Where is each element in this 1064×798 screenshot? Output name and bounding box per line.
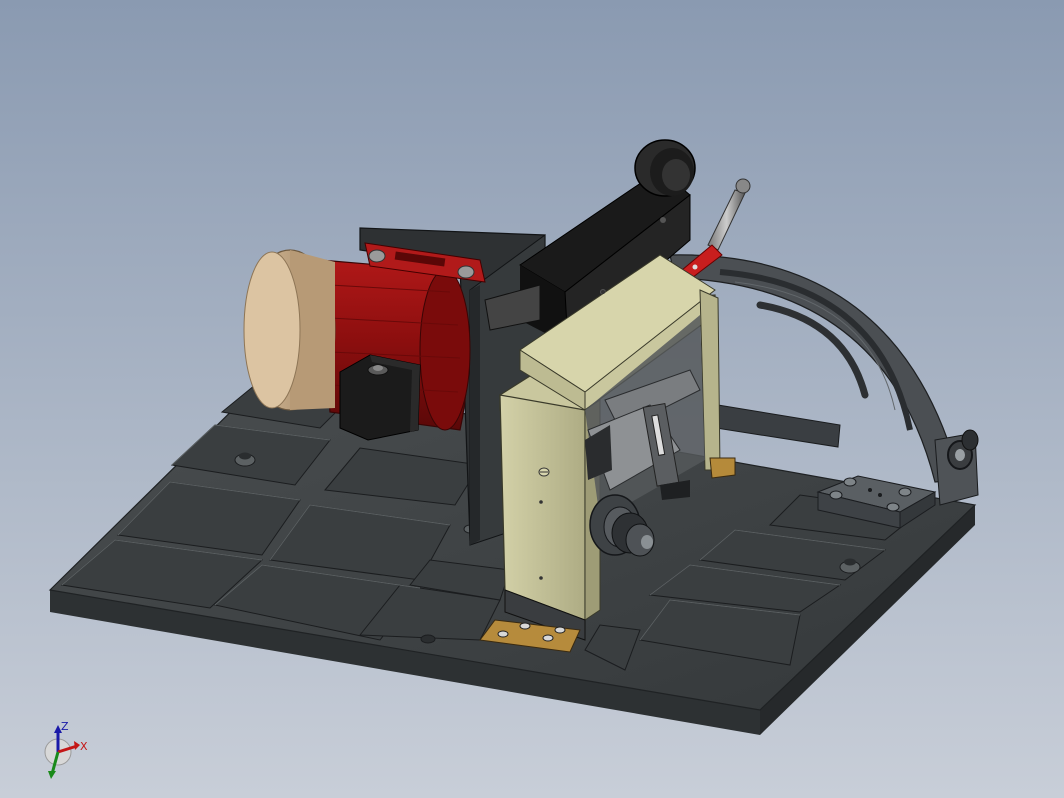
plate-bolt — [420, 634, 436, 644]
z-axis-label: Z — [61, 720, 69, 733]
model-canvas[interactable]: Z X — [0, 0, 1064, 798]
cad-3d-viewport[interactable]: Z X — [0, 0, 1064, 798]
terminal-box — [339, 354, 421, 441]
x-axis-label: X — [80, 740, 88, 753]
motor-end-cap — [243, 249, 336, 411]
